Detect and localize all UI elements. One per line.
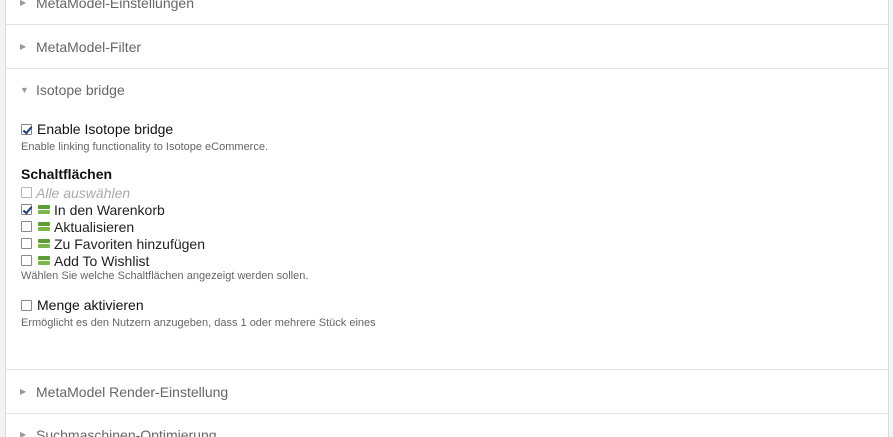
section-metamodel-filter[interactable]: ▶ MetaModel-Filter [6,25,888,69]
option-label[interactable]: Add To Wishlist [54,253,149,269]
collapsed-arrow-icon: ▶ [20,0,27,7]
option-checkbox-wishlist[interactable] [21,255,32,266]
list-item: Zu Favoriten hinzufügen [21,235,881,252]
cart-button-icon [38,205,50,214]
select-all-label[interactable]: Alle auswählen [36,185,130,201]
buttons-tip: Wählen Sie welche Schaltflächen angezeig… [21,270,309,282]
list-item: Aktualisieren [21,218,881,235]
option-label[interactable]: In den Warenkorb [54,202,165,218]
option-checkbox-favorites[interactable] [21,238,32,249]
buttons-heading: Schaltflächen [21,166,113,182]
quantity-label[interactable]: Menge aktivieren [37,297,144,313]
option-checkbox-update[interactable] [21,221,32,232]
quantity-checkbox[interactable] [21,299,32,311]
section-label: Isotope bridge [36,81,125,98]
expanded-arrow-icon: ▼ [20,84,29,95]
settings-panel: ▶ MetaModel-Einstellungen ▶ MetaModel-Fi… [5,0,889,437]
section-label: MetaModel Render-Einstellung [36,383,229,400]
collapsed-arrow-icon: ▶ [20,42,27,51]
option-label[interactable]: Aktualisieren [54,219,134,235]
section-label: MetaModel-Einstellungen [36,0,194,11]
section-seo[interactable]: ▶ Suchmaschinen-Optimierung [6,413,888,437]
collapsed-arrow-icon: ▶ [20,387,27,396]
wishlist-button-icon [38,256,50,265]
enable-bridge-checkbox[interactable] [21,123,32,135]
section-label: MetaModel-Filter [36,38,142,55]
section-isotope-bridge[interactable]: ▼ Isotope bridge [6,68,888,111]
section-render-settings[interactable]: ▶ MetaModel Render-Einstellung [6,369,888,414]
option-checkbox-cart[interactable] [21,204,32,215]
collapsed-arrow-icon: ▶ [20,430,27,437]
favorites-button-icon [38,239,50,248]
isotope-bridge-fields: Enable Isotope bridge Enable linking fun… [21,117,881,329]
section-metamodel-settings[interactable]: ▶ MetaModel-Einstellungen [6,0,888,25]
option-label[interactable]: Zu Favoriten hinzufügen [54,236,205,252]
list-item: In den Warenkorb [21,201,881,218]
list-item: Add To Wishlist [21,252,881,269]
enable-bridge-label[interactable]: Enable Isotope bridge [37,121,173,137]
section-label: Suchmaschinen-Optimierung [36,426,217,437]
enable-bridge-tip: Enable linking functionality to Isotope … [21,141,269,153]
quantity-tip: Ermöglicht es den Nutzern anzugeben, das… [21,317,376,329]
update-button-icon [38,222,50,231]
select-all-checkbox[interactable] [21,187,32,198]
